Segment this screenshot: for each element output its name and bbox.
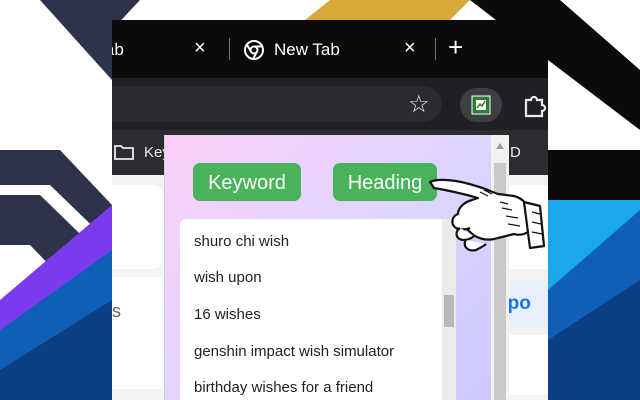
tab-new-tab-1[interactable]: New Tab × [112,30,224,70]
tab-bar: New Tab × New Tab × + [112,20,548,78]
keyword-button[interactable]: Keyword [193,163,301,201]
tab-label: New Tab [274,40,340,59]
bookmark-item-right[interactable]: D [510,144,521,161]
folder-icon [114,145,134,160]
tab-new-tab-2[interactable]: New Tab × [236,30,432,70]
list-item[interactable]: 16 wishes [194,306,261,323]
heading-button[interactable]: Heading [333,163,437,201]
content-card-left-2 [112,277,162,389]
new-tab-plus-icon[interactable]: + [448,34,463,60]
tab-label: New Tab [112,40,124,59]
content-card-left [112,185,162,269]
list-scrollbar-thumb[interactable] [444,295,454,327]
list-item[interactable]: shuro chi wish [194,233,289,250]
address-bar[interactable] [112,86,442,122]
list-item[interactable]: genshin impact wish simulator [194,343,394,360]
list-item[interactable]: birthday wishes for a friend [194,379,373,396]
chrome-icon [244,40,264,60]
tab-separator [229,38,230,60]
tab-separator [435,38,436,60]
scroll-up-arrow-icon[interactable] [496,143,504,149]
suggestion-list: shuro chi wish wish upon 16 wishes gensh… [180,219,456,400]
content-snippet-left: s [112,301,121,321]
close-icon[interactable]: × [404,37,416,60]
close-icon[interactable]: × [194,37,206,60]
extension-active-button[interactable] [460,88,502,122]
browser-toolbar: ☆ [112,78,548,130]
list-item[interactable]: wish upon [194,269,262,286]
seo-extension-icon [471,95,491,115]
bookmark-star-icon[interactable]: ☆ [408,90,430,119]
pointing-hand-icon [428,178,546,252]
puzzle-icon[interactable] [522,92,548,118]
